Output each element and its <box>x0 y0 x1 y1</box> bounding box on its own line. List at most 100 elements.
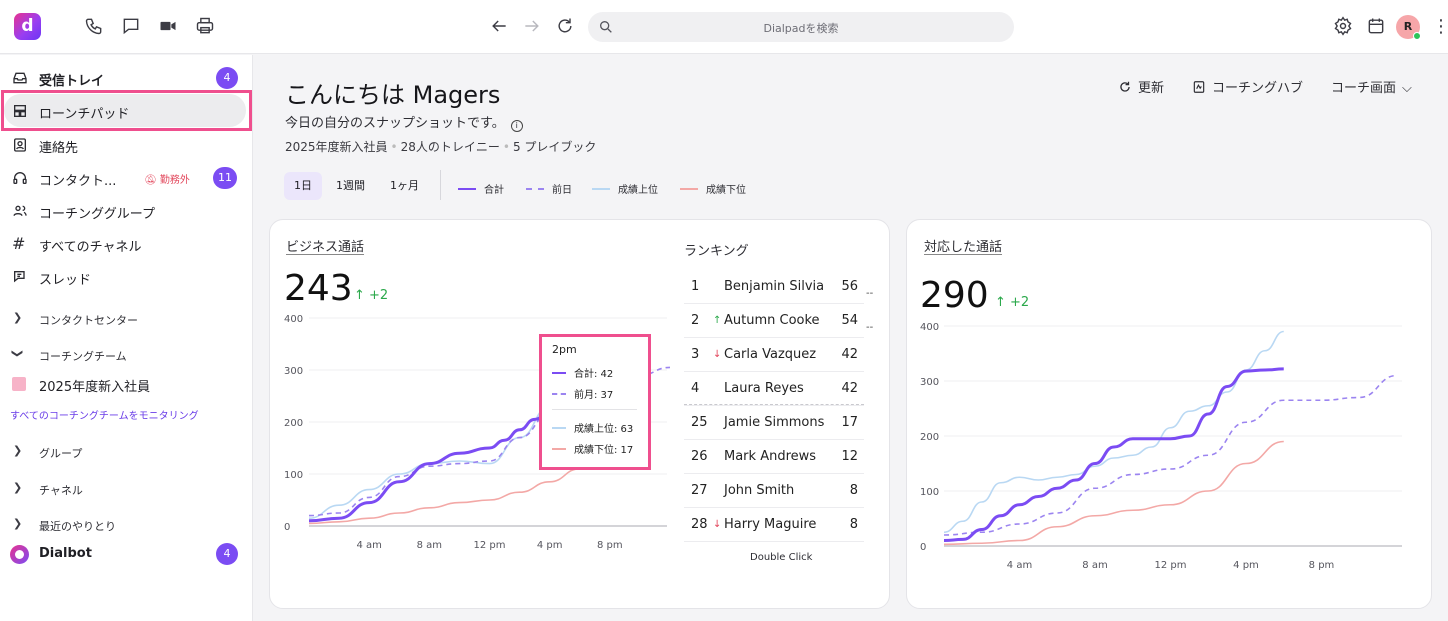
inbox-icon <box>12 70 28 86</box>
page-title: こんにちは Magers <box>285 81 501 109</box>
x-tick-label: 12 pm <box>1155 560 1187 571</box>
x-tick-label: 8 am <box>417 540 442 551</box>
dialbot-icon <box>10 545 29 564</box>
ranking-row[interactable]: 4 Laura Reyes 42 <box>684 372 864 406</box>
section-channels[interactable]: ❯ チャネル <box>0 478 253 500</box>
business-calls-title[interactable]: ビジネス通話 <box>286 236 364 255</box>
ranking-row[interactable]: 2 ↑ Autumn Cooke 54 <box>684 304 864 338</box>
tooltip-row-top: 成績上位: 63 <box>552 420 633 435</box>
handled-calls-chart[interactable]: 0 100 200 300 400 4 am 8 am 12 pm 4 pm 8 pm <box>907 316 1427 576</box>
chevron-right-icon: ❯ <box>13 444 23 457</box>
y-tick-label: 200 <box>920 432 939 443</box>
ranking-row[interactable]: 27 John Smith 8 <box>684 474 864 508</box>
handled-calls-title[interactable]: 対応した通話 <box>924 236 1002 255</box>
refresh-button[interactable]: 更新 <box>1118 77 1164 96</box>
video-icon[interactable] <box>158 16 178 36</box>
section-label: グループ <box>39 447 83 460</box>
ranking-rank: 27 <box>691 483 708 498</box>
sidebar-item-label: ローンチパッド <box>39 107 130 122</box>
subtitle-text: 今日の自分のスナップショットです。 <box>285 116 505 131</box>
section-contact-center[interactable]: ❯ コンタクトセンター <box>0 308 253 330</box>
legend-total: 合計 <box>458 181 504 196</box>
ranking-row[interactable]: 25 Jamie Simmons 17 <box>684 406 864 440</box>
dialpad-logo[interactable]: d <box>14 13 41 40</box>
meta-playbooks: 5 プレイブック <box>512 140 597 154</box>
x-tick-label: 4 am <box>356 540 381 551</box>
ranking-score: 8 <box>849 483 858 498</box>
sidebar-item-contact-center[interactable]: コンタクト... 🔕︎ 勤務外 11 <box>0 163 253 193</box>
sidebar-item-label: Dialbot <box>39 546 92 561</box>
ranking-title: ランキング <box>684 244 749 259</box>
sidebar-item-all-channels[interactable]: # すべてのチャネル <box>0 229 253 259</box>
series-line-low <box>943 440 1284 546</box>
ranking-rank: 4 <box>691 381 700 396</box>
dash-mark: -- <box>866 322 874 333</box>
y-tick-label: 0 <box>920 542 926 553</box>
section-coaching-team[interactable]: ❯ コーチングチーム <box>0 344 253 366</box>
x-tick-label: 8 pm <box>597 540 623 551</box>
back-arrow-icon[interactable] <box>489 16 509 36</box>
user-avatar[interactable]: R <box>1396 15 1421 40</box>
legend-label: 合計 <box>484 185 504 196</box>
business-calls-value: 243 <box>284 268 353 309</box>
calendar-icon[interactable] <box>1366 16 1386 36</box>
contacts-icon <box>12 137 28 153</box>
sidebar-item-contacts[interactable]: 連絡先 <box>0 130 253 160</box>
coaching-hub-label: コーチングハブ <box>1212 81 1304 96</box>
refresh-label: 更新 <box>1138 81 1165 96</box>
sidebar-item-label: 連絡先 <box>39 141 79 156</box>
ranking-score: 8 <box>849 517 858 532</box>
reload-icon[interactable] <box>555 16 575 36</box>
x-tick-label: 12 pm <box>474 540 506 551</box>
ranking-row[interactable]: 28 ↓ Harry Maguire 8 <box>684 508 864 542</box>
legend-label: 成績上位 <box>618 185 658 196</box>
ranking-row[interactable]: 1 Benjamin Silvia 56 <box>684 270 864 304</box>
ranking-row[interactable]: 3 ↓ Carla Vazquez 42 <box>684 338 864 372</box>
phone-icon[interactable] <box>84 16 104 36</box>
coaching-hub-icon <box>1193 81 1205 93</box>
forward-arrow-icon[interactable] <box>522 16 542 36</box>
series-line-top <box>943 330 1284 534</box>
snapshot-subtitle: 今日の自分のスナップショットです。 i <box>285 112 523 132</box>
ranking-gap-divider <box>684 404 864 405</box>
coach-view-dropdown[interactable]: コーチ画面 ⌵ <box>1331 77 1412 96</box>
chat-icon[interactable] <box>121 16 141 36</box>
x-tick-label: 4 pm <box>1233 560 1259 571</box>
info-icon[interactable]: i <box>510 120 523 132</box>
search-bar[interactable]: Dialpadを検索 <box>588 12 1014 42</box>
handled-calls-value: 290 <box>920 275 989 316</box>
contact-center-count-badge: 11 <box>213 167 237 189</box>
x-tick-label: 8 pm <box>1309 560 1335 571</box>
ranking-row[interactable]: 26 Mark Andrews 12 <box>684 440 864 474</box>
settings-icon[interactable] <box>1333 16 1353 36</box>
ranking-name: Laura Reyes <box>724 381 804 396</box>
handled-calls-delta: ↑ +2 <box>995 295 1030 310</box>
period-1day-button[interactable]: 1日 <box>284 172 322 200</box>
period-1week-button[interactable]: 1週間 <box>326 172 375 200</box>
period-1month-button[interactable]: 1ヶ月 <box>380 172 429 200</box>
print-icon[interactable] <box>195 16 215 36</box>
monitor-all-teams-link[interactable]: すべてのコーチングチームをモニタリング <box>10 407 199 422</box>
filter-divider <box>440 170 441 200</box>
avatar-initial: R <box>1403 20 1413 33</box>
sidebar-item-launchpad[interactable]: ローンチパッド <box>0 96 253 126</box>
chevron-right-icon: ❯ <box>13 311 23 324</box>
coach-view-label: コーチ画面 <box>1331 81 1397 96</box>
section-groups[interactable]: ❯ グループ <box>0 441 253 463</box>
kebab-icon[interactable]: ⋮ <box>1432 16 1448 37</box>
filter-bar: 1日 1週間 1ヶ月 合計 前日 成績上位 成績下位 <box>284 170 804 200</box>
ranking-rank: 25 <box>691 415 708 430</box>
ranking-name: Carla Vazquez <box>724 347 817 362</box>
sidebar-item-team-2025[interactable]: 2025年度新入社員 <box>0 369 253 399</box>
sidebar-item-dialbot[interactable]: Dialbot 4 <box>0 539 253 569</box>
coaching-hub-button[interactable]: コーチングハブ <box>1192 77 1303 96</box>
sidebar-item-threads[interactable]: スレッド <box>0 262 253 292</box>
sidebar-item-label: コーチンググループ <box>39 207 155 222</box>
sidebar-item-coaching-groups[interactable]: コーチンググループ <box>0 196 253 226</box>
y-tick-label: 400 <box>920 322 939 333</box>
y-tick-label: 200 <box>284 418 303 429</box>
section-recent[interactable]: ❯ 最近のやりとり <box>0 514 253 536</box>
tooltip-divider <box>552 409 637 410</box>
sidebar-item-inbox[interactable]: 受信トレイ 4 <box>0 63 253 93</box>
team-meta: 2025年度新入社員 • 28人のトレイニー • 5 プレイブック <box>285 140 597 154</box>
